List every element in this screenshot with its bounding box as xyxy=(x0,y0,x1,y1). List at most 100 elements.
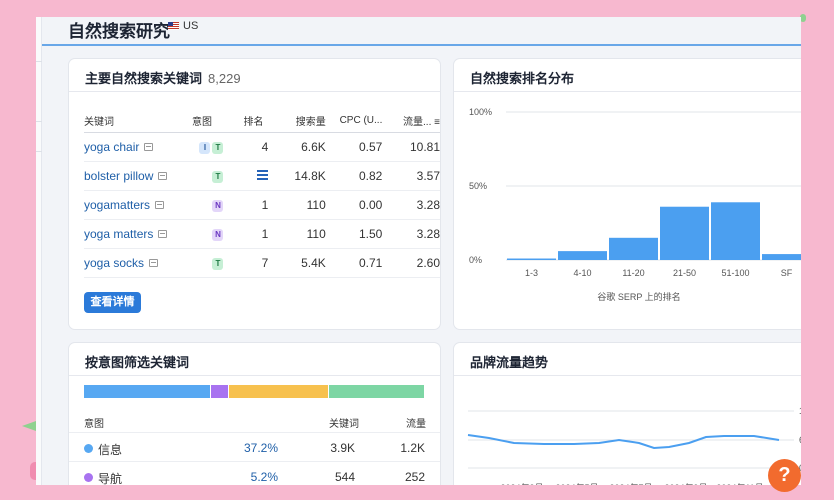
col-keywords: 关键词 xyxy=(329,419,359,430)
intent-badge: I xyxy=(199,142,211,154)
view-details-button[interactable]: 查看详情 xyxy=(84,292,141,313)
table-row[interactable]: yoga matters N 1 110 1.50 3.28 xyxy=(84,219,440,249)
intent-cell: IT xyxy=(192,132,244,162)
keyword-cell[interactable]: yoga matters xyxy=(84,219,193,249)
keyword-link[interactable]: bolster pillow xyxy=(84,169,153,183)
ranking-distribution-card: 自然搜索排名分布 100% 50% 0% 1-3 4-10 11-20 21-50 51-10… xyxy=(454,59,801,329)
col-volume[interactable]: 搜索量 xyxy=(274,110,326,133)
y-tick-label: 100% xyxy=(469,107,492,117)
x-tick-label: 2024年5月 xyxy=(555,482,598,485)
x-tick-label: 2024年7月 xyxy=(609,482,652,485)
col-traffic: 流量 xyxy=(406,419,426,430)
intent-cell: N xyxy=(192,219,244,249)
serp-features-list-icon[interactable] xyxy=(257,169,269,180)
x-tick-label: 2024年11月 xyxy=(716,482,763,485)
brand-traffic-trend-card: 品牌流量趋势 12 6% 0% 2024年3月 2024年5月 2024年7月 2024年9… xyxy=(454,343,801,485)
intent-traffic: 1.2K xyxy=(400,441,425,455)
traffic-trend-chart: 126%0%2024年3月 2024年5月 2024年7月 2024年9月 2024年1… xyxy=(467,406,801,485)
intent-segment[interactable] xyxy=(84,385,211,398)
page-header: 自然搜索研究 US xyxy=(42,17,801,46)
x-tick-label: 51-100 xyxy=(721,268,749,278)
traffic-cell: 3.28 xyxy=(382,219,440,249)
intent-badge: T xyxy=(212,171,224,183)
col-keyword: 关键词 xyxy=(84,110,193,133)
keyword-link[interactable]: yoga matters xyxy=(84,227,153,241)
brand-traffic-line xyxy=(467,434,780,450)
intent-distribution-bar xyxy=(84,385,425,398)
y-tick-label: 0% xyxy=(469,255,482,265)
serp-doc-icon[interactable] xyxy=(144,142,154,151)
volume-cell: 5.4K xyxy=(274,248,326,278)
y-tick-label: 12 xyxy=(799,406,801,416)
table-row[interactable]: yoga chair I T 4 6.6K 0.57 10.81 xyxy=(84,132,440,162)
bar-51-100 xyxy=(711,202,760,260)
intent-cell: N xyxy=(192,190,244,220)
intent-traffic: 252 xyxy=(404,470,425,484)
keyword-cell[interactable]: bolster pillow xyxy=(84,161,193,191)
cpc-cell: 1.50 xyxy=(325,219,383,249)
intent-percent[interactable]: 5.2% xyxy=(251,470,278,484)
col-intent: 意图 xyxy=(84,419,104,430)
y-tick-label: 6% xyxy=(799,435,801,445)
intent-segment[interactable] xyxy=(228,385,330,398)
keywords-table: 关键词 意图 排名 搜索量 CPC (U... 流量... ≡ yoga cha… xyxy=(84,110,440,278)
bar-SF xyxy=(762,254,801,260)
cpc-cell: 0.00 xyxy=(325,190,383,220)
rank-cell xyxy=(243,161,275,191)
keyword-cell[interactable]: yogamatters xyxy=(84,190,193,220)
intent-keywords: 3.9K xyxy=(330,441,355,455)
intent-color-dot xyxy=(84,473,93,482)
intent-segment[interactable] xyxy=(329,385,425,398)
col-traffic[interactable]: 流量... ≡ xyxy=(382,110,440,133)
bar-1-3 xyxy=(507,258,556,260)
keyword-link[interactable]: yoga socks xyxy=(84,256,144,270)
help-button[interactable]: ? xyxy=(768,459,801,492)
table-row[interactable]: yoga socks T 7 5.4K 0.71 2.60 xyxy=(84,248,440,278)
serp-doc-icon[interactable] xyxy=(158,171,168,180)
serp-doc-icon[interactable] xyxy=(155,200,165,209)
keyword-cell[interactable]: yoga socks xyxy=(84,248,193,278)
intent-badge: T xyxy=(212,258,224,270)
col-rank[interactable]: 排名 xyxy=(243,110,275,133)
cpc-cell: 0.82 xyxy=(325,161,383,191)
keyword-cell[interactable]: yoga chair xyxy=(84,132,193,162)
keyword-count: 8,229 xyxy=(208,71,241,86)
table-row[interactable]: bolster pillow T 14.8K 0.82 3.57 xyxy=(84,161,440,191)
col-cpc[interactable]: CPC (U... xyxy=(325,110,383,133)
intent-badge: N xyxy=(212,200,224,212)
traffic-cell: 3.28 xyxy=(382,190,440,220)
volume-cell: 6.6K xyxy=(274,132,326,162)
page-title: 自然搜索研究 xyxy=(68,22,170,41)
us-flag-icon xyxy=(168,22,179,30)
traffic-cell: 3.57 xyxy=(382,161,440,191)
table-row[interactable]: yogamatters N 1 110 0.00 3.28 xyxy=(84,190,440,220)
keyword-link[interactable]: yogamatters xyxy=(84,198,150,212)
serp-doc-icon[interactable] xyxy=(149,258,159,267)
intent-segment[interactable] xyxy=(210,385,229,398)
x-tick-label: 21-50 xyxy=(673,268,696,278)
bar-11-20 xyxy=(609,237,658,260)
card-title: 自然搜索排名分布 xyxy=(470,71,575,86)
x-axis-label: 谷歌 SERP 上的排名 xyxy=(597,291,680,302)
serp-doc-icon[interactable] xyxy=(158,229,168,238)
intent-badge: T xyxy=(212,142,224,154)
x-tick-label: 4-10 xyxy=(573,268,591,278)
rank-cell: 1 xyxy=(243,190,275,220)
col-intent: 意图 xyxy=(192,110,244,133)
sort-icon[interactable]: ≡ xyxy=(434,117,440,128)
country-code[interactable]: US xyxy=(183,20,198,32)
volume-cell: 110 xyxy=(274,190,326,220)
top-keywords-card: 主要自然搜索关键词 8,229 关键词 意图 排名 搜索量 CPC (U... 流… xyxy=(69,59,440,329)
intent-cell: T xyxy=(192,248,244,278)
intent-row[interactable]: 导航 5.2% 544 252 xyxy=(69,461,440,485)
intent-card: 按意图筛选关键词 意图 关键词 流量 信息 37.2% 3.9K 1.2K 导航 5.2%… xyxy=(69,343,440,485)
traffic-cell: 2.60 xyxy=(382,248,440,278)
x-tick-label: 2024年3月 xyxy=(500,482,543,485)
intent-row[interactable]: 信息 37.2% 3.9K 1.2K xyxy=(69,432,440,461)
volume-cell: 110 xyxy=(274,219,326,249)
card-title: 按意图筛选关键词 xyxy=(85,355,190,370)
intent-percent[interactable]: 37.2% xyxy=(244,441,278,455)
x-tick-label: SF xyxy=(781,268,793,278)
keyword-link[interactable]: yoga chair xyxy=(84,140,139,154)
cpc-cell: 0.71 xyxy=(325,248,383,278)
